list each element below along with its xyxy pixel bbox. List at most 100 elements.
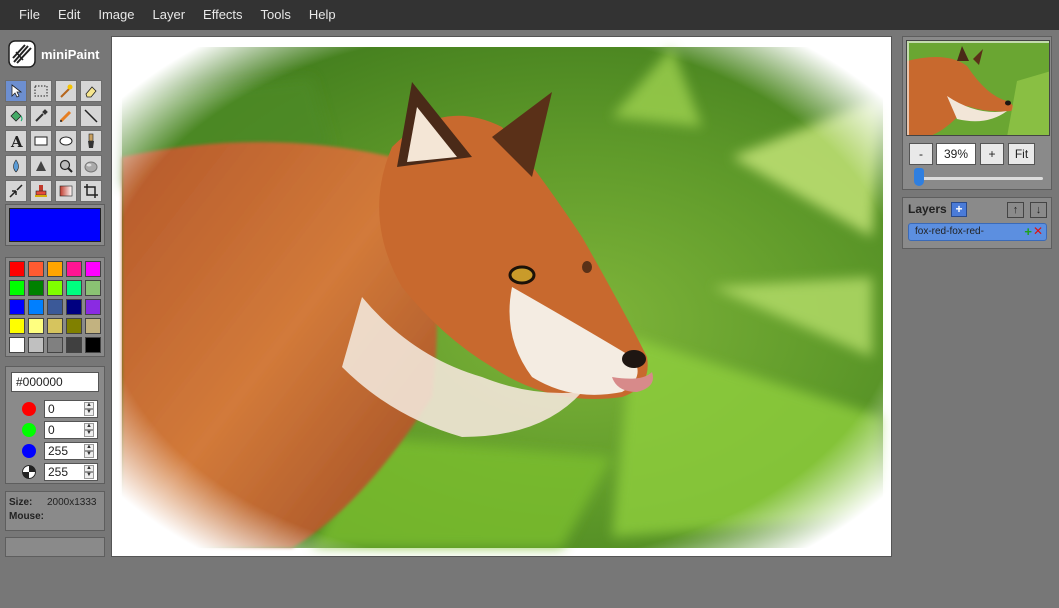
palette-swatch[interactable] <box>9 280 25 296</box>
palette-swatch[interactable] <box>66 280 82 296</box>
zoom-fit-button[interactable]: Fit <box>1008 143 1035 165</box>
info-panel: Size: 2000x1333 Mouse: <box>5 491 105 531</box>
palette-swatch[interactable] <box>9 337 25 353</box>
minipaint-logo-icon <box>8 40 36 68</box>
red-channel-value: 0 <box>48 402 55 416</box>
palette-swatch[interactable] <box>66 318 82 334</box>
green-channel-row: 0 ▲ ▼ <box>6 421 106 439</box>
status-bar <box>5 537 105 557</box>
palette-swatch[interactable] <box>85 337 101 353</box>
alpha-channel-input[interactable]: 255 ▲ ▼ <box>44 463 98 481</box>
palette-swatch[interactable] <box>85 261 101 277</box>
size-label: Size: <box>9 497 33 508</box>
blue-dot-icon <box>22 444 36 458</box>
tool-palette: A <box>5 80 105 202</box>
alpha-checker-icon <box>22 465 36 479</box>
palette-swatch[interactable] <box>85 280 101 296</box>
zoom-out-button[interactable]: - <box>909 143 933 165</box>
palette-swatch[interactable] <box>47 261 63 277</box>
layer-item[interactable]: fox-red-fox-red- + ✕ <box>908 223 1047 241</box>
menu-tools[interactable]: Tools <box>252 0 300 30</box>
palette-swatch[interactable] <box>85 299 101 315</box>
blue-channel-input[interactable]: 255 ▲ ▼ <box>44 442 98 460</box>
brush-tool[interactable] <box>80 130 102 152</box>
pencil-tool[interactable] <box>55 105 77 127</box>
layer-add-icon[interactable]: + <box>1024 224 1032 239</box>
svg-text:A: A <box>10 133 23 149</box>
clone-tool[interactable] <box>30 180 52 202</box>
palette-swatch[interactable] <box>47 299 63 315</box>
palette-swatch[interactable] <box>28 261 44 277</box>
rect-select-tool[interactable] <box>30 80 52 102</box>
desaturate-tool[interactable] <box>55 155 77 177</box>
app-logo: miniPaint <box>8 40 100 68</box>
magic-wand-icon <box>60 84 73 98</box>
palette-swatch[interactable] <box>9 261 25 277</box>
palette-swatch[interactable] <box>9 299 25 315</box>
menu-image[interactable]: Image <box>89 0 143 30</box>
dotted-rect-icon <box>34 85 48 97</box>
ellipse-tool[interactable] <box>55 130 77 152</box>
palette-swatch[interactable] <box>47 280 63 296</box>
green-spinner[interactable]: ▲ ▼ <box>84 423 94 437</box>
select-tool[interactable] <box>5 80 27 102</box>
palette-swatch[interactable] <box>66 261 82 277</box>
pick-color-tool[interactable] <box>30 105 52 127</box>
palette-swatch[interactable] <box>66 299 82 315</box>
fox-photo <box>112 37 891 556</box>
layer-up-button[interactable]: ↑ <box>1007 202 1024 218</box>
eraser-icon <box>85 86 97 98</box>
gradient-tool[interactable] <box>55 180 77 202</box>
alpha-channel-row: 255 ▲ ▼ <box>6 463 106 481</box>
crop-tool[interactable] <box>80 180 102 202</box>
size-value: 2000x1333 <box>47 497 97 508</box>
red-spinner[interactable]: ▲ ▼ <box>84 402 94 416</box>
menu-edit[interactable]: Edit <box>49 0 89 30</box>
rectangle-tool[interactable] <box>30 130 52 152</box>
drawing-canvas[interactable] <box>111 36 892 557</box>
layer-down-button[interactable]: ↓ <box>1030 202 1047 218</box>
palette-swatch[interactable] <box>28 337 44 353</box>
palette-swatch[interactable] <box>28 280 44 296</box>
menu-layer[interactable]: Layer <box>144 0 195 30</box>
text-tool[interactable]: A <box>5 130 27 152</box>
blue-spinner[interactable]: ▲ ▼ <box>84 444 94 458</box>
menu-help[interactable]: Help <box>300 0 345 30</box>
stamp-icon <box>35 185 47 197</box>
mouse-label: Mouse: <box>9 511 44 522</box>
palette-swatch[interactable] <box>9 318 25 334</box>
menu-effects[interactable]: Effects <box>194 0 252 30</box>
active-color-swatch[interactable] <box>9 208 101 242</box>
fill-tool[interactable] <box>5 105 27 127</box>
palette-swatch[interactable] <box>47 318 63 334</box>
layer-delete-icon[interactable]: ✕ <box>1033 224 1043 239</box>
zoom-in-button[interactable]: + <box>980 143 1004 165</box>
red-channel-input[interactable]: 0 ▲ ▼ <box>44 400 98 418</box>
layers-panel: Layers + ↑ ↓ fox-red-fox-red- + ✕ <box>902 197 1052 249</box>
add-layer-button[interactable]: + <box>951 202 967 217</box>
line-tool[interactable] <box>80 105 102 127</box>
palette-swatch[interactable] <box>28 299 44 315</box>
menu-file[interactable]: File <box>10 0 49 30</box>
erase-tool[interactable] <box>80 80 102 102</box>
ellipse-icon <box>59 136 73 146</box>
hex-color-input[interactable]: #000000 <box>11 372 99 392</box>
palette-swatch[interactable] <box>85 318 101 334</box>
shrink-tool[interactable] <box>5 180 27 202</box>
menu-bar: File Edit Image Layer Effects Tools Help <box>0 0 1059 30</box>
bulge-tool[interactable] <box>80 155 102 177</box>
image-preview[interactable] <box>906 40 1050 136</box>
preview-panel: - 39% + Fit <box>902 36 1052 190</box>
palette-swatch[interactable] <box>47 337 63 353</box>
magic-wand-tool[interactable] <box>55 80 77 102</box>
green-channel-value: 0 <box>48 423 55 437</box>
alpha-spinner[interactable]: ▲ ▼ <box>84 465 94 479</box>
green-channel-input[interactable]: 0 ▲ ▼ <box>44 421 98 439</box>
palette-swatch[interactable] <box>28 318 44 334</box>
blur-tool[interactable] <box>5 155 27 177</box>
zoom-slider-track[interactable] <box>915 177 1043 180</box>
sharpen-tool[interactable] <box>30 155 52 177</box>
zoom-slider-thumb[interactable] <box>913 168 924 186</box>
zoom-level[interactable]: 39% <box>936 143 976 165</box>
palette-swatch[interactable] <box>66 337 82 353</box>
